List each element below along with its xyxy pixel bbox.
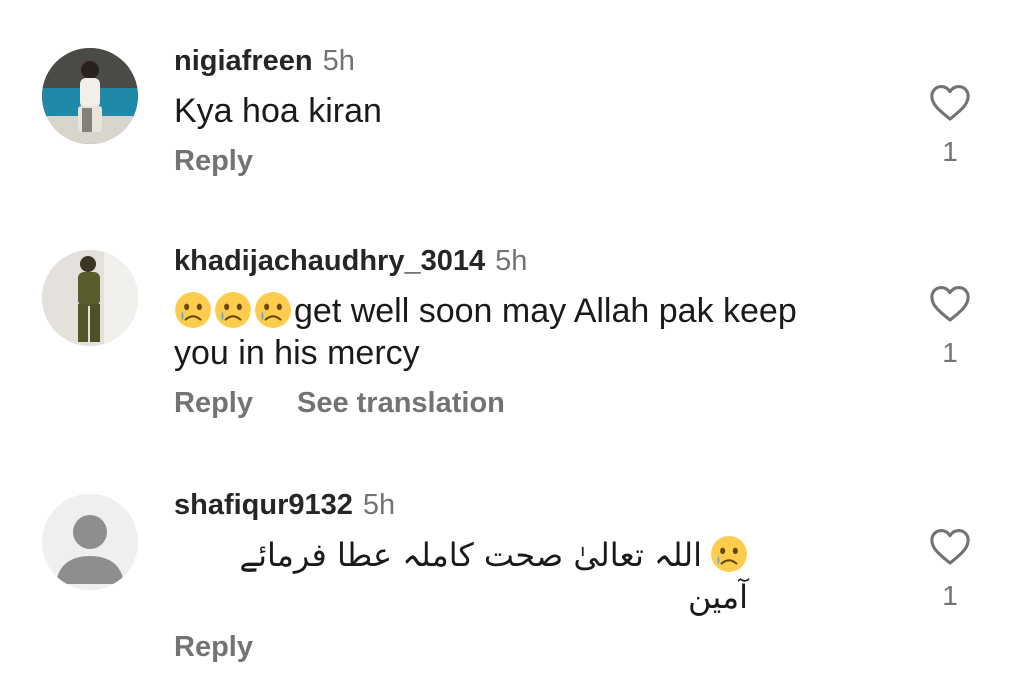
crying-face-emoji-icon [175,292,211,328]
comment-actions: Reply [174,630,874,664]
crying-face-emoji-icon [255,292,291,328]
like-control: 1 [922,285,978,369]
username[interactable]: shafiqur9132 [174,489,353,521]
username[interactable]: khadijachaudhry_3014 [174,245,485,277]
comment-meta: shafiqur9132 5h [174,488,874,522]
timestamp: 5h [495,245,528,277]
username[interactable]: nigiafreen [174,45,313,77]
avatar[interactable] [42,48,138,144]
crying-face-emoji-icon [215,292,251,328]
crying-face-emoji-icon [711,536,747,572]
comment-meta: nigiafreen 5h [174,44,874,78]
reply-button[interactable]: Reply [174,387,253,419]
like-count: 1 [942,580,958,611]
comment-meta: khadijachaudhry_3014 5h [174,244,874,278]
avatar-photo [42,250,138,346]
comment-text: Kya hoa kiran [174,92,382,130]
comment-text: اللہ تعالیٰ صحت کاملہ عطا فرمائے آمین [174,534,748,618]
heart-outline-icon[interactable] [929,285,971,323]
like-count: 1 [942,337,958,368]
avatar-photo [42,48,138,144]
default-user-avatar-icon [42,494,138,590]
like-control: 1 [922,84,978,168]
comment-actions: Reply See translation [174,386,874,420]
avatar[interactable] [42,494,138,590]
see-translation-button[interactable]: See translation [297,387,505,419]
timestamp: 5h [322,45,355,77]
timestamp: 5h [362,489,396,521]
reply-button[interactable]: Reply [174,145,253,177]
heart-outline-icon[interactable] [929,528,971,566]
avatar[interactable] [42,250,138,346]
like-control: 1 [922,528,978,612]
comment-text-body: اللہ تعالیٰ صحت کاملہ عطا فرمائے آمین [239,536,748,616]
like-count: 1 [942,136,958,167]
heart-outline-icon[interactable] [929,84,971,122]
comment-text: get well soon may Allah pak keep you in … [174,290,834,374]
reply-button[interactable]: Reply [174,631,253,663]
comment-actions: Reply [174,144,874,178]
